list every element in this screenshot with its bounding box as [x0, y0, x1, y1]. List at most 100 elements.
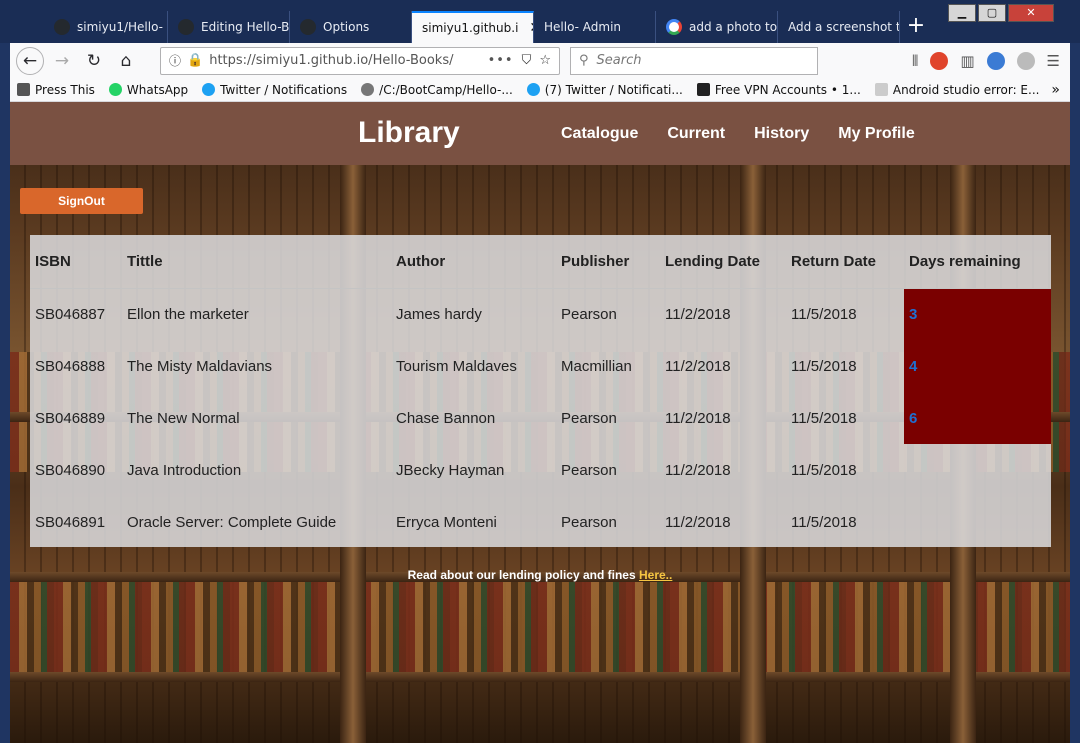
isbn-cell: SB046891 — [35, 513, 106, 531]
site-header: Library Catalogue Current History My Pro… — [10, 102, 1070, 165]
search-placeholder: Search — [596, 53, 642, 68]
bookmark-item[interactable]: /C:/BootCamp/Hello-... — [354, 83, 520, 97]
title-cell: Ellon the marketer — [127, 305, 249, 323]
tab-screenshot[interactable]: Add a screenshot to — [778, 11, 900, 43]
column-header: Author — [391, 235, 556, 289]
return-date-cell: 11/5/2018 — [791, 357, 857, 375]
tab-google-search[interactable]: add a photo to — [656, 11, 778, 43]
page-actions-icon[interactable]: ••• — [488, 53, 514, 68]
brave-shield-icon[interactable] — [930, 51, 949, 70]
bookmarks-bar: Press This WhatsApp Twitter / Notificati… — [10, 78, 1070, 102]
isbn-cell: SB046887 — [35, 305, 106, 323]
lending-date-cell: 11/2/2018 — [665, 409, 731, 427]
nav-my-profile[interactable]: My Profile — [838, 125, 914, 143]
author-cell: James hardy — [396, 305, 482, 323]
bookmark-label: /C:/BootCamp/Hello-... — [379, 82, 513, 97]
background-shelf — [10, 672, 1070, 682]
tab-options[interactable]: Options — [290, 11, 412, 43]
return-date-cell: 11/5/2018 — [791, 409, 857, 427]
bookmark-item[interactable]: Free VPN Accounts • 1... — [690, 83, 868, 97]
title-cell: Java Introduction — [127, 461, 242, 479]
url-text[interactable]: https://simiyu1.github.io/Hello-Books/ — [209, 53, 479, 68]
twitter-icon — [526, 83, 540, 96]
policy-text: Read about our lending policy and fines — [407, 568, 639, 582]
back-button[interactable]: ← — [16, 46, 44, 75]
column-header: Tittle — [122, 235, 391, 289]
toolbar-icons: ⫴ ▥ ☰ — [912, 51, 1060, 70]
whatsapp-icon — [108, 83, 122, 96]
tab-active-site[interactable]: simiyu1.github.i ✕ — [412, 11, 534, 43]
bookmark-item[interactable]: (7) Twitter / Notificati... — [520, 83, 690, 97]
more-bookmarks-icon[interactable]: » — [1051, 82, 1060, 98]
column-header: Days remaining — [904, 235, 1051, 289]
bookmark-label: Free VPN Accounts • 1... — [714, 82, 861, 97]
lending-table: ISBN Tittle Author Publisher Lending Dat… — [30, 235, 1051, 548]
bookmark-label: Android studio error: E... — [892, 82, 1040, 97]
days-remaining-cell — [904, 444, 1051, 496]
return-date-cell: 11/5/2018 — [791, 461, 857, 479]
lending-policy-note: Read about our lending policy and fines … — [10, 568, 1070, 582]
github-icon — [300, 19, 316, 35]
lock-icon: 🔒 — [187, 53, 204, 68]
new-tab-button[interactable]: + — [900, 11, 932, 43]
policy-link[interactable]: Here.. — [639, 568, 672, 582]
title-cell: The Misty Maldavians — [127, 357, 273, 375]
account-icon[interactable] — [1016, 51, 1035, 70]
author-cell: Chase Bannon — [396, 409, 496, 427]
forward-button[interactable]: → — [48, 47, 76, 75]
bookmark-item[interactable]: WhatsApp — [102, 83, 195, 97]
days-remaining-cell — [904, 496, 1051, 548]
bookmark-icon — [17, 83, 30, 96]
stackoverflow-icon — [874, 83, 888, 96]
bookmark-item[interactable]: Press This — [10, 83, 102, 97]
google-icon — [666, 19, 682, 35]
nav-current[interactable]: Current — [667, 125, 725, 143]
browser-window: simiyu1/Hello- Editing Hello-B Options s… — [0, 0, 1080, 743]
publisher-cell: Pearson — [561, 513, 617, 531]
sidebar-icon[interactable]: ▥ — [960, 52, 974, 70]
globe-icon — [361, 83, 375, 96]
table-row: SB046891 Oracle Server: Complete Guide E… — [30, 496, 1051, 548]
signout-button[interactable]: SignOut — [20, 188, 143, 214]
reload-button[interactable]: ↻ — [80, 47, 108, 75]
tab-github-1[interactable]: simiyu1/Hello- — [44, 11, 168, 43]
title-cell: The New Normal — [127, 409, 240, 427]
nav-catalogue[interactable]: Catalogue — [561, 125, 638, 143]
extension-icon[interactable] — [986, 51, 1005, 70]
isbn-cell: SB046890 — [35, 461, 106, 479]
navigation-toolbar: ← → ↻ ⌂ ⓘ 🔒 https://simiyu1.github.io/He… — [10, 43, 1070, 78]
info-icon[interactable]: ⓘ — [169, 52, 181, 69]
search-input[interactable]: ⚲ Search — [570, 46, 818, 75]
column-header: Return Date — [786, 235, 904, 289]
tab-admin[interactable]: Hello- Admin — [534, 11, 656, 43]
home-button[interactable]: ⌂ — [112, 47, 140, 75]
table-row: SB046890 Java Introduction JBecky Hayman… — [30, 444, 1051, 496]
bookmark-item[interactable]: Twitter / Notifications — [195, 83, 354, 97]
tab-label: Editing Hello-B — [201, 20, 290, 34]
tab-label: add a photo to — [689, 20, 778, 34]
table-header-row: ISBN Tittle Author Publisher Lending Dat… — [30, 235, 1051, 289]
lending-date-cell: 11/2/2018 — [665, 357, 731, 375]
bookmark-item[interactable]: Android studio error: E... — [868, 83, 1047, 97]
tab-label: simiyu1.github.i — [422, 21, 519, 35]
window-controls: ▁ ▢ ✕ — [948, 4, 1054, 22]
pocket-icon[interactable]: ⛉ — [522, 53, 532, 68]
close-window-button[interactable]: ✕ — [1008, 4, 1054, 22]
author-cell: Tourism Maldaves — [396, 357, 517, 375]
search-icon: ⚲ — [579, 53, 589, 68]
tab-label: Options — [323, 20, 370, 34]
days-remaining-cell: 6 — [904, 392, 1051, 444]
maximize-button[interactable]: ▢ — [978, 4, 1006, 22]
minimize-button[interactable]: ▁ — [948, 4, 976, 22]
nav-history[interactable]: History — [754, 125, 809, 143]
site-nav: Catalogue Current History My Profile — [561, 125, 915, 143]
lending-date-cell: 11/2/2018 — [665, 461, 731, 479]
site-brand[interactable]: Library — [358, 116, 460, 150]
menu-icon[interactable]: ☰ — [1047, 52, 1060, 70]
column-header: ISBN — [30, 235, 122, 289]
address-bar[interactable]: ⓘ 🔒 https://simiyu1.github.io/Hello-Book… — [160, 46, 560, 75]
library-icon[interactable]: ⫴ — [912, 52, 918, 70]
tab-github-2[interactable]: Editing Hello-B — [168, 11, 290, 43]
bookmark-star-icon[interactable]: ☆ — [539, 53, 551, 68]
tab-strip: simiyu1/Hello- Editing Hello-B Options s… — [44, 11, 932, 43]
